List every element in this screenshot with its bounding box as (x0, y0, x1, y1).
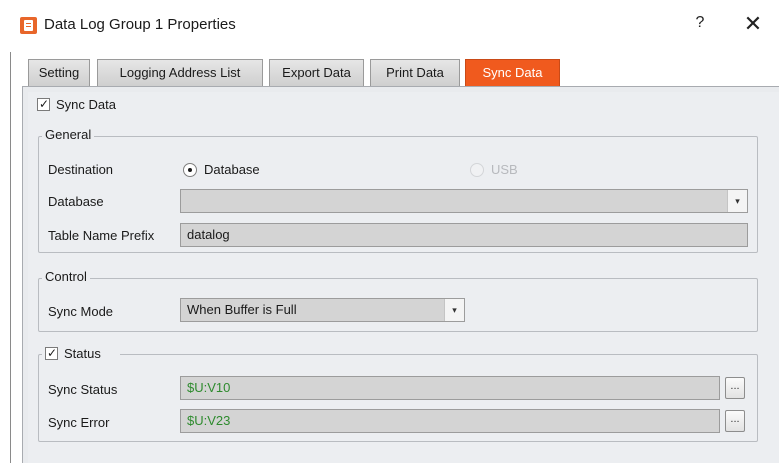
usb-radio (470, 163, 484, 177)
window-title: Data Log Group 1 Properties (44, 16, 236, 33)
chevron-down-icon[interactable]: ▾ (727, 190, 747, 212)
checkmark-icon: ✓ (47, 346, 58, 360)
sync-mode-value: When Buffer is Full (187, 302, 297, 317)
sync-status-field[interactable]: $U:V10 (180, 376, 720, 400)
sync-data-label: Sync Data (56, 97, 116, 112)
general-legend: General (42, 127, 95, 142)
sync-status-browse-button[interactable]: ... (725, 377, 745, 399)
database-label: Database (48, 194, 104, 209)
table-name-prefix-label: Table Name Prefix (48, 228, 155, 243)
status-checkbox[interactable]: ✓ (45, 346, 58, 360)
tab-sync-data[interactable]: Sync Data (465, 59, 560, 86)
sync-data-checkbox[interactable]: ✓ (37, 97, 50, 111)
control-legend: Control (42, 269, 90, 284)
radio-selected-dot (188, 168, 192, 172)
table-name-prefix-field[interactable]: datalog (180, 223, 748, 247)
database-select[interactable]: ▾ (180, 189, 748, 213)
database-radio[interactable] (183, 163, 197, 177)
sync-status-label: Sync Status (48, 382, 118, 397)
checkmark-icon: ✓ (39, 97, 50, 111)
usb-radio-label: USB (491, 162, 518, 177)
window-border (10, 52, 11, 463)
tab-export-data[interactable]: Export Data (269, 59, 364, 86)
destination-label: Destination (48, 162, 114, 177)
sync-mode-select[interactable]: When Buffer is Full ▾ (180, 298, 465, 322)
tab-logging-address-list[interactable]: Logging Address List (97, 59, 263, 86)
database-radio-label: Database (204, 162, 260, 177)
sync-error-field[interactable]: $U:V23 (180, 409, 720, 433)
sync-error-label: Sync Error (48, 415, 110, 430)
chevron-down-icon[interactable]: ▾ (444, 299, 464, 321)
close-button[interactable]: ✕ (740, 11, 766, 37)
app-document-icon (20, 17, 37, 34)
help-button[interactable]: ? (690, 14, 710, 36)
status-legend: Status (64, 346, 101, 361)
tab-setting[interactable]: Setting (28, 59, 90, 86)
sync-error-browse-button[interactable]: ... (725, 410, 745, 432)
title-bar: Data Log Group 1 Properties ? ✕ (0, 0, 779, 52)
sync-mode-label: Sync Mode (48, 304, 114, 319)
tab-print-data[interactable]: Print Data (370, 59, 460, 86)
